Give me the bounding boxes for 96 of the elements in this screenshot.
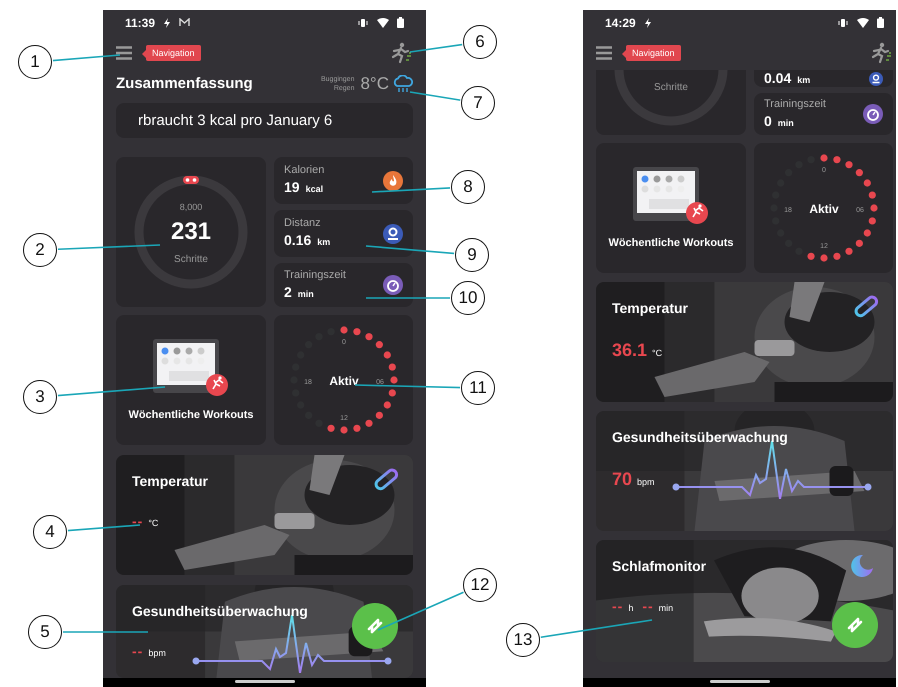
stopwatch-icon [863,104,883,124]
metric-value: 0 [764,112,772,128]
rain-cloud-icon [393,74,413,92]
reading-value: -- [612,598,624,614]
temperature-card[interactable]: Temperatur -- °C [116,455,413,575]
callout-number: 11 [461,371,495,405]
metric-unit: min [298,288,314,298]
leader-line [410,44,462,53]
card-title: Gesundheitsüberwachung [132,603,308,619]
menu-icon[interactable] [596,46,612,60]
metric-value: 0.04 [764,70,792,86]
metric-card[interactable]: Trainingszeit 2 min [274,263,413,307]
reading-value: -- [132,643,144,659]
steps-label: Schritte [654,82,688,93]
callout-number: 2 [23,233,57,267]
menu-icon[interactable] [116,46,132,60]
callout-number: 1 [18,45,52,79]
sleep-card[interactable]: Schlafmonitor -- h -- min [596,540,893,662]
workouts-label: Wöchentliche Workouts [128,409,254,421]
heart-rate-card[interactable]: Gesundheitsüberwachung -- bpm [116,585,413,678]
reading-value: -- [642,598,654,614]
reading-value: -- [132,513,144,529]
reading-unit: °C [148,518,158,528]
flame-icon [383,170,403,190]
battery-icon [397,17,404,28]
callout-number: 7 [461,86,495,120]
metric-value: 0.16 [284,232,312,248]
card-title: Temperatur [612,300,688,316]
steps-card[interactable]: 8,000 231 Schritte [116,157,266,307]
metric-card[interactable]: Trainingszeit 0 min [754,93,893,135]
callout-number: 10 [451,281,485,315]
metric-unit: km [797,74,810,84]
callout-number: 12 [463,568,497,602]
workouts-card[interactable]: Wöchentliche Workouts [116,315,266,445]
wifi-icon [857,18,869,28]
callout-number: 4 [33,515,67,549]
callout-number: 9 [455,238,489,272]
weather-temperature: 8°C [360,74,389,94]
steps-label: Schritte [174,254,208,264]
metric-unit: kcal [306,184,324,194]
sync-arrows-icon [365,616,385,636]
card-title: Temperatur [132,473,208,489]
steps-goal: 8,000 [180,202,202,212]
metric-value: 19 [284,179,300,195]
metric-card[interactable]: 0.04 km [754,70,893,87]
metric-label: Distanz [284,217,322,229]
metric-label: Trainingszeit [284,268,347,280]
reading-value: 70 [612,469,632,490]
callout-number: 13 [506,623,540,657]
home-handle[interactable] [234,680,294,683]
metric-card[interactable]: Distanz 0.16 km [274,210,413,257]
heart-rate-card[interactable]: Gesundheitsüberwachung 70 bpm [596,411,893,531]
stopwatch-icon [383,275,403,295]
workouts-label: Wöchentliche Workouts [608,237,734,249]
battery-icon [877,17,884,28]
steps-count: 231 [170,218,212,246]
wifi-icon [377,18,389,28]
callout-number: 8 [451,170,485,204]
workouts-card[interactable]: Wöchentliche Workouts [596,143,746,273]
page-title: Zusammenfassung [116,75,254,92]
leader-line [52,54,120,62]
temperature-card[interactable]: Temperatur 36.1 °C [596,282,893,402]
metric-card[interactable]: Kalorien 19 kcal [274,157,413,204]
metric-unit: min [778,118,794,128]
runner-icon[interactable] [869,42,893,64]
card-title: Gesundheitsüberwachung [612,429,788,445]
runner-icon[interactable] [389,42,413,64]
steps-card[interactable]: Schritte [596,70,746,135]
status-time: 11:39 [125,16,156,30]
sync-arrows-icon [845,615,865,635]
flash-icon [644,18,652,28]
reading-unit: bpm [637,477,655,487]
callout-number: 6 [463,25,497,59]
metric-unit: km [317,237,330,247]
callout-number: 3 [23,380,57,414]
reading-unit: h [628,603,634,613]
reading-unit: min [658,603,674,613]
reading-value: 36.1 [612,340,648,361]
vibrate-icon [837,18,849,28]
location-pin-icon [383,224,403,244]
activity-label: Aktiv [328,374,358,388]
activity-label: Aktiv [808,202,838,216]
reading-unit: bpm [148,648,166,658]
location-pin-icon [869,72,883,86]
home-handle[interactable] [710,680,770,683]
flash-icon [163,18,172,28]
leader-line [410,91,460,101]
status-time: 14:29 [605,16,636,30]
vibrate-icon [357,18,369,28]
reading-unit: °C [652,348,662,358]
callout-number: 5 [28,615,62,649]
metric-value: 2 [284,284,292,300]
metric-label: Trainingszeit [764,98,827,110]
card-title: Schlafmonitor [612,558,706,574]
calorie-banner: rbraucht 3 kcal pro January 6 [116,103,413,138]
metric-label: Kalorien [284,164,326,176]
